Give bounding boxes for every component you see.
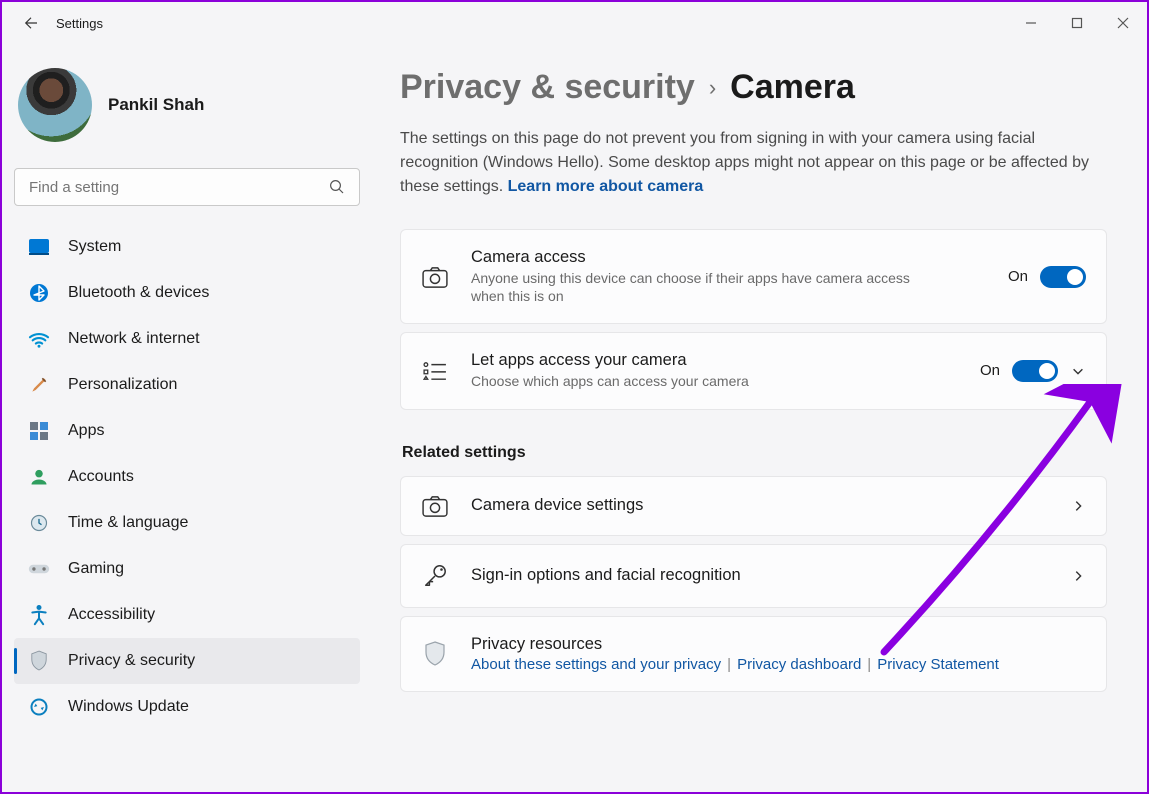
shield-icon — [28, 650, 50, 672]
key-icon — [421, 563, 449, 589]
maximize-icon — [1071, 17, 1083, 29]
learn-more-link[interactable]: Learn more about camera — [508, 178, 704, 195]
back-button[interactable] — [14, 14, 48, 32]
camera-icon — [421, 495, 449, 517]
sidebar: Pankil Shah System Bluetooth & devices N… — [2, 44, 372, 792]
privacy-resources-title: Privacy resources — [471, 635, 1086, 654]
chevron-right-icon — [1070, 498, 1086, 514]
sidebar-item-label: Personalization — [68, 376, 177, 394]
related-heading: Related settings — [402, 444, 1107, 462]
sidebar-item-label: Accounts — [68, 468, 134, 486]
related-signin-options[interactable]: Sign-in options and facial recognition — [400, 544, 1107, 608]
toggle-state-label: On — [980, 362, 1000, 379]
sidebar-item-label: Windows Update — [68, 698, 189, 716]
description-text: The settings on this page do not prevent… — [400, 130, 1089, 195]
privacy-resources: Privacy resources About these settings a… — [400, 616, 1107, 692]
related-camera-device[interactable]: Camera device settings — [400, 476, 1107, 536]
related-item-title: Camera device settings — [471, 496, 1048, 515]
shield-icon — [421, 641, 449, 667]
apps-icon — [28, 420, 50, 442]
person-icon — [28, 466, 50, 488]
sidebar-item-update[interactable]: Windows Update — [14, 684, 360, 730]
minimize-icon — [1025, 17, 1037, 29]
sidebar-item-label: Apps — [68, 422, 104, 440]
camera-icon — [421, 266, 449, 288]
chevron-right-icon: › — [709, 75, 716, 101]
breadcrumb-current: Camera — [730, 68, 855, 107]
sidebar-item-bluetooth[interactable]: Bluetooth & devices — [14, 270, 360, 316]
sidebar-item-label: Time & language — [68, 514, 188, 532]
avatar — [18, 68, 92, 142]
window-controls — [1017, 9, 1139, 37]
profile[interactable]: Pankil Shah — [14, 54, 360, 162]
sidebar-item-system[interactable]: System — [14, 224, 360, 270]
sidebar-item-label: Gaming — [68, 560, 124, 578]
maximize-button[interactable] — [1063, 9, 1091, 37]
apps-camera-toggle[interactable] — [1012, 360, 1058, 382]
privacy-link-statement[interactable]: Privacy Statement — [877, 656, 999, 673]
accessibility-icon — [28, 604, 50, 626]
sidebar-item-label: Network & internet — [68, 330, 200, 348]
search-input[interactable] — [14, 168, 360, 206]
list-icon — [421, 361, 449, 381]
minimize-button[interactable] — [1017, 9, 1045, 37]
related-item-title: Sign-in options and facial recognition — [471, 566, 1048, 585]
brush-icon — [28, 374, 50, 396]
bluetooth-icon — [28, 282, 50, 304]
content: Privacy & security › Camera The settings… — [372, 44, 1147, 792]
sidebar-item-accounts[interactable]: Accounts — [14, 454, 360, 500]
page-description: The settings on this page do not prevent… — [400, 127, 1107, 199]
sidebar-item-privacy[interactable]: Privacy & security — [14, 638, 360, 684]
titlebar: Settings — [2, 2, 1147, 44]
search-wrap — [14, 168, 360, 206]
setting-title: Let apps access your camera — [471, 351, 958, 370]
sidebar-item-label: Privacy & security — [68, 652, 195, 670]
system-icon — [28, 236, 50, 258]
expand-apps-camera[interactable] — [1070, 363, 1086, 379]
sidebar-item-label: System — [68, 238, 121, 256]
update-icon — [28, 696, 50, 718]
arrow-left-icon — [22, 14, 40, 32]
close-icon — [1117, 17, 1129, 29]
sidebar-item-label: Bluetooth & devices — [68, 284, 209, 302]
privacy-link-about[interactable]: About these settings and your privacy — [471, 656, 721, 673]
toggle-state-label: On — [1008, 268, 1028, 285]
chevron-down-icon — [1071, 364, 1085, 378]
breadcrumb: Privacy & security › Camera — [400, 68, 1107, 107]
gamepad-icon — [28, 558, 50, 580]
sidebar-item-personalization[interactable]: Personalization — [14, 362, 360, 408]
clock-icon — [28, 512, 50, 534]
setting-subtitle: Anyone using this device can choose if t… — [471, 269, 911, 305]
sidebar-item-network[interactable]: Network & internet — [14, 316, 360, 362]
setting-apps-camera[interactable]: Let apps access your camera Choose which… — [400, 332, 1107, 409]
privacy-link-dashboard[interactable]: Privacy dashboard — [737, 656, 861, 673]
setting-camera-access: Camera access Anyone using this device c… — [400, 229, 1107, 324]
chevron-right-icon — [1070, 568, 1086, 584]
nav: System Bluetooth & devices Network & int… — [14, 224, 360, 730]
close-button[interactable] — [1109, 9, 1137, 37]
profile-name: Pankil Shah — [108, 95, 204, 115]
sidebar-item-gaming[interactable]: Gaming — [14, 546, 360, 592]
sidebar-item-accessibility[interactable]: Accessibility — [14, 592, 360, 638]
setting-title: Camera access — [471, 248, 986, 267]
window-title: Settings — [56, 16, 103, 31]
sidebar-item-label: Accessibility — [68, 606, 155, 624]
wifi-icon — [28, 328, 50, 350]
search-icon — [328, 178, 346, 196]
breadcrumb-parent[interactable]: Privacy & security — [400, 68, 695, 107]
camera-access-toggle[interactable] — [1040, 266, 1086, 288]
sidebar-item-time[interactable]: Time & language — [14, 500, 360, 546]
setting-subtitle: Choose which apps can access your camera — [471, 372, 911, 390]
sidebar-item-apps[interactable]: Apps — [14, 408, 360, 454]
